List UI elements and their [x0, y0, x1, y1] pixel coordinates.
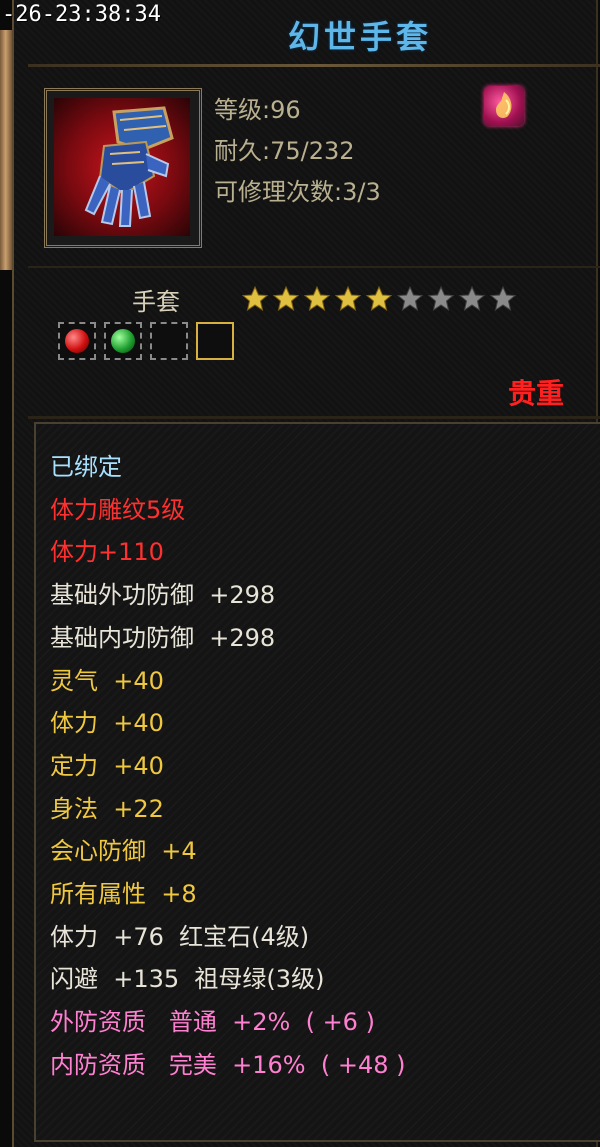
attribute-line: 身法 +22 [50, 794, 164, 823]
star-empty-icon [458, 285, 486, 312]
socket-ruby [58, 322, 96, 360]
star-empty-icon [427, 285, 455, 312]
gauntlet-icon [54, 98, 190, 236]
emerald-gem-icon [111, 329, 135, 353]
divider [28, 266, 600, 268]
attribute-line: 已绑定 [50, 453, 122, 481]
attribute-line: 体力 +76 红宝石(4级) [50, 922, 310, 951]
item-tooltip-panel: 幻世手套 等级:96 耐久:75/232 可修理次数:3/3 手套 贵重 已绑定… [12, 0, 600, 1147]
attribute-line: 体力雕纹5级 [50, 495, 186, 524]
item-name: 幻世手套 [287, 18, 432, 56]
item-repair-count: 可修理次数:3/3 [214, 178, 381, 206]
attribute-line: 体力+110 [50, 538, 164, 567]
star-empty-icon [489, 285, 517, 312]
item-type: 手套 [132, 288, 180, 316]
ruby-gem-icon [65, 329, 89, 353]
header-divider [28, 64, 600, 67]
star-filled-icon [241, 285, 269, 312]
attribute-line: 体力 +40 [50, 709, 164, 738]
item-durability: 耐久:75/232 [214, 137, 355, 165]
attribute-line: 定力 +40 [50, 751, 164, 780]
star-empty-icon [396, 285, 424, 312]
attribute-line: 灵气 +40 [50, 666, 164, 695]
attribute-line: 基础内功防御 +298 [50, 623, 276, 652]
fire-badge-icon [484, 86, 524, 126]
star-rating [240, 284, 518, 314]
attribute-list: 已绑定体力雕纹5级 体力+110 基础外功防御 +298 基础内功防御 +298 灵气 … [34, 422, 600, 1142]
star-filled-icon [365, 285, 393, 312]
star-filled-icon [334, 285, 362, 312]
attribute-line: 基础外功防御 +298 [50, 581, 276, 610]
item-icon-frame [44, 88, 202, 248]
socket-empty-gold [196, 322, 234, 360]
divider [28, 416, 600, 419]
star-filled-icon [272, 285, 300, 312]
socket-empty [150, 322, 188, 360]
item-level: 等级:96 [214, 96, 301, 124]
attribute-line: 会心防御 +4 [50, 837, 197, 866]
item-title: 幻世手套 [210, 12, 510, 62]
rarity-label: 贵重 [507, 377, 564, 410]
timestamp: -26-23:38:34 [2, 2, 161, 27]
attribute-line: 闪避 +135 祖母绿(3级) [50, 965, 325, 994]
attribute-line: 内防资质 完美 +16% ( +48 ) [50, 1050, 406, 1079]
gem-sockets [58, 322, 234, 360]
star-filled-icon [303, 285, 331, 312]
socket-emerald [104, 322, 142, 360]
attribute-line: 所有属性 +8 [50, 880, 197, 908]
attribute-line: 外防资质 普通 +2% ( +6 ) [50, 1008, 375, 1037]
